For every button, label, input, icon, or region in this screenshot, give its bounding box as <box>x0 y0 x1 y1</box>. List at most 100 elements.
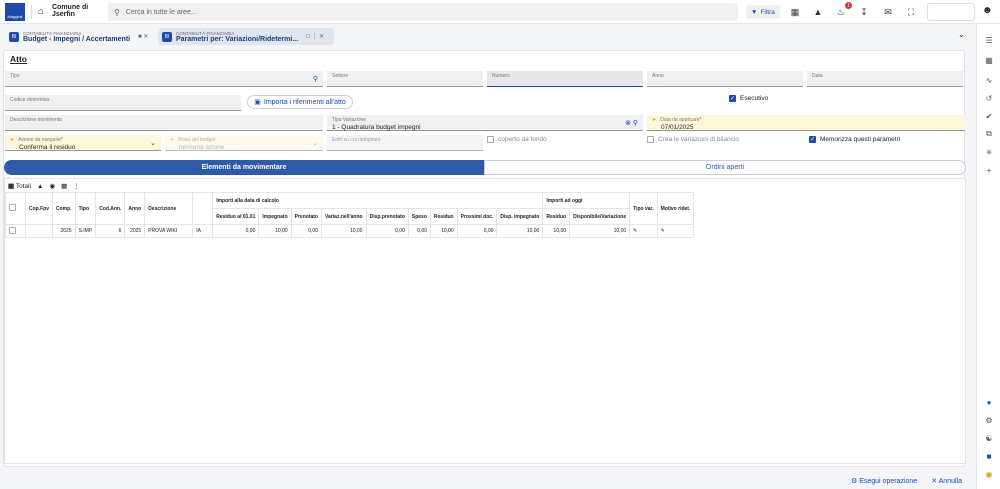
copy-icon[interactable]: ⧉ <box>983 128 995 140</box>
filter-button[interactable]: ▼ Filtra <box>746 5 780 19</box>
col-anno[interactable]: Anno <box>124 192 146 225</box>
document-icon: ▣ <box>254 99 261 106</box>
right-sidebar: ☰ ▦ ∿ ↺ ✔ ⧉ ✳ + ● ⚙ ☯ ■ ◉ <box>976 24 1000 489</box>
help-icon[interactable]: ◉ <box>983 468 995 480</box>
col-descrizione[interactable]: Descrizione <box>144 192 194 225</box>
importo-field[interactable]: Entri su cui riempirare <box>327 135 483 151</box>
grid-toolbar: ▦ Totali ▲ ◉ ▦ ⋮ <box>8 182 80 191</box>
descrizione-field[interactable]: Descrizione movimento <box>5 115 323 131</box>
col-tipovar[interactable]: Tipo var. <box>629 192 658 225</box>
settings-icon[interactable]: ⚙ <box>983 414 995 426</box>
col-prenotato[interactable]: Prenotato <box>290 208 323 225</box>
col-res01[interactable]: Residuo al 01.01 <box>212 208 260 225</box>
edit-icon[interactable]: ✎ <box>629 224 658 238</box>
esecutivo-checkbox[interactable]: ✓ Esecutivo <box>729 95 768 102</box>
coperto-checkbox[interactable]: coperto da fondo <box>487 136 547 143</box>
azione-select[interactable]: ➤ Azione da eseguire* Conferma il residuo ⌄ <box>5 135 161 151</box>
columns-icon[interactable]: ▦ <box>61 182 67 190</box>
col-impegnato[interactable]: Impegnato <box>258 208 292 225</box>
accessibility-icon[interactable]: ☯ <box>983 432 995 444</box>
close-icon[interactable]: □ ⋮ ✕ <box>306 33 324 40</box>
location-icon[interactable]: ● <box>983 396 995 408</box>
footer-actions: ⚙ Esegui operazione ✕ Annulla <box>0 472 976 489</box>
col-residuo[interactable]: Residuo <box>429 208 458 225</box>
segment-control: Elementi da movimentare Ordini aperti <box>4 160 966 175</box>
network-icon[interactable]: ✳ <box>983 146 995 158</box>
menu-icon[interactable]: ☰ <box>983 34 995 46</box>
col-codann[interactable]: Cod.Ann. <box>95 192 126 225</box>
tab-parametri[interactable]: BI CONTABILITÀ FINANZIARIA Parametri per:… <box>158 28 334 45</box>
numero-field[interactable]: Numero <box>487 71 643 87</box>
search-bar[interactable]: ⚲ Cerca in tutte le aree... <box>108 3 738 21</box>
chat-icon[interactable]: ■ <box>983 450 995 462</box>
tab-elementi[interactable]: Elementi da movimentare <box>4 160 484 175</box>
tipo-field[interactable]: Tipo ⚲ <box>5 71 323 87</box>
chevron-down-icon[interactable]: ⌄ <box>958 30 965 39</box>
user-field[interactable] <box>927 3 975 21</box>
clear-search-icon[interactable]: ⊗ ⚲ <box>625 119 638 127</box>
close-icon: ✕ <box>931 477 938 485</box>
anno-field[interactable]: Anno <box>647 71 803 87</box>
col-tipo[interactable]: Tipo <box>74 192 97 225</box>
col-disponibile[interactable]: Disponibile/Variazione <box>569 208 631 225</box>
search-icon[interactable]: ⚲ <box>313 75 318 83</box>
data-applicare-field[interactable]: ➤ Data da applicare* 07/01/2025 <box>647 115 965 131</box>
more-icon[interactable]: ⋮ <box>73 182 80 190</box>
col-speso[interactable]: Speso <box>407 208 431 225</box>
data-field[interactable]: Data <box>807 71 963 87</box>
col-prossimi[interactable]: Prossimi doc. <box>456 208 498 225</box>
warning-icon[interactable]: ▲ <box>811 5 825 19</box>
col-motivo[interactable]: Motivo ridet. <box>656 192 695 225</box>
mail-icon[interactable]: ✉ <box>881 5 895 19</box>
history-icon[interactable]: ↺ <box>983 92 995 104</box>
chevron-down-icon: ⌄ <box>150 140 156 147</box>
chevron-down-icon: ⌄ <box>312 140 318 147</box>
crea-variazioni-checkbox[interactable]: Crea le variazioni di bilancio <box>647 136 739 143</box>
data-table: Cop.Fpv Comp. Tipo Cod.Ann. Anno Descriz… <box>5 192 695 238</box>
module-icon: BI <box>162 31 172 42</box>
cancel-button[interactable]: ✕ Annulla <box>931 477 962 485</box>
tabs-row: BI CONTABILITÀ FINANZIARIA Budget - Impeg… <box>0 26 975 46</box>
tab-ordini[interactable]: Ordini aperti <box>484 160 966 175</box>
col-residuo2[interactable]: Residuo <box>542 208 571 225</box>
delete-icon[interactable]: ▲ <box>37 183 43 190</box>
col-variaz[interactable]: Variaz.nell'anno <box>321 208 367 225</box>
download-icon[interactable]: ↧ <box>857 5 871 19</box>
execute-button[interactable]: ⚙ Esegui operazione <box>851 477 917 485</box>
close-icon[interactable]: ■ ✕ <box>138 33 148 40</box>
col-dispren[interactable]: Disp.prenotato <box>365 208 409 225</box>
book-icon[interactable]: ▦ <box>983 54 995 66</box>
tipo-variazione-field[interactable]: Tipo Variazione 1 - Quadratura budget imp… <box>327 115 643 131</box>
pin-icon[interactable]: ✔ <box>983 110 995 122</box>
table-row[interactable]: 2025 S.IMP 6 2025 PROVA WIKI IA 0,00 10,… <box>5 224 695 238</box>
grid-icon[interactable]: ▦ <box>788 5 802 19</box>
col-cop[interactable]: Cop.Fpv <box>25 192 53 225</box>
search-input[interactable]: Cerca in tutte le aree... <box>126 9 197 16</box>
import-button[interactable]: ▣ Importa i riferimenti all'atto <box>247 95 353 109</box>
user-icon[interactable]: ☻ <box>982 5 993 16</box>
memorizza-checkbox[interactable]: ✓ Memorizza questi parametri <box>809 136 900 143</box>
group-header-calcolo: Importi alla data di calcolo <box>212 192 544 209</box>
section-title: Atto <box>10 54 27 64</box>
totali-button[interactable]: ▦ Totali <box>8 182 31 190</box>
fullscreen-icon[interactable]: ⛶ <box>904 5 918 19</box>
col-comp[interactable]: Comp. <box>52 192 76 225</box>
tab-budget[interactable]: BI CONTABILITÀ FINANZIARIA Budget - Impeg… <box>5 28 153 45</box>
add-icon[interactable]: + <box>983 164 995 176</box>
app-logo[interactable]: Maggioli <box>5 3 25 21</box>
select-all-checkbox[interactable] <box>9 204 16 211</box>
chart-icon[interactable]: ∿ <box>983 74 995 86</box>
filter-icon: ▼ <box>751 8 758 16</box>
edit-icon[interactable]: ✎ <box>656 224 695 238</box>
col-dispimp[interactable]: Disp. impegnato <box>496 208 544 225</box>
codice-determina-field[interactable]: Codice determina <box>5 95 241 111</box>
rows-budget-select[interactable]: ➤ Rows del budget nessuna azione ⌄ <box>165 135 323 151</box>
group-header-oggi: Importi ad oggi <box>542 192 631 209</box>
view-icon[interactable]: ◉ <box>49 182 55 190</box>
settore-field[interactable]: Settore <box>327 71 483 87</box>
home-icon[interactable]: ⌂ <box>38 6 43 16</box>
top-bar: Maggioli ⌂ Comune di Jserfin ⚲ Cerca in tu… <box>0 0 1000 24</box>
gear-icon: ⚙ <box>850 477 858 485</box>
row-checkbox[interactable] <box>9 226 16 234</box>
org-name[interactable]: Comune di Jserfin <box>52 4 88 18</box>
